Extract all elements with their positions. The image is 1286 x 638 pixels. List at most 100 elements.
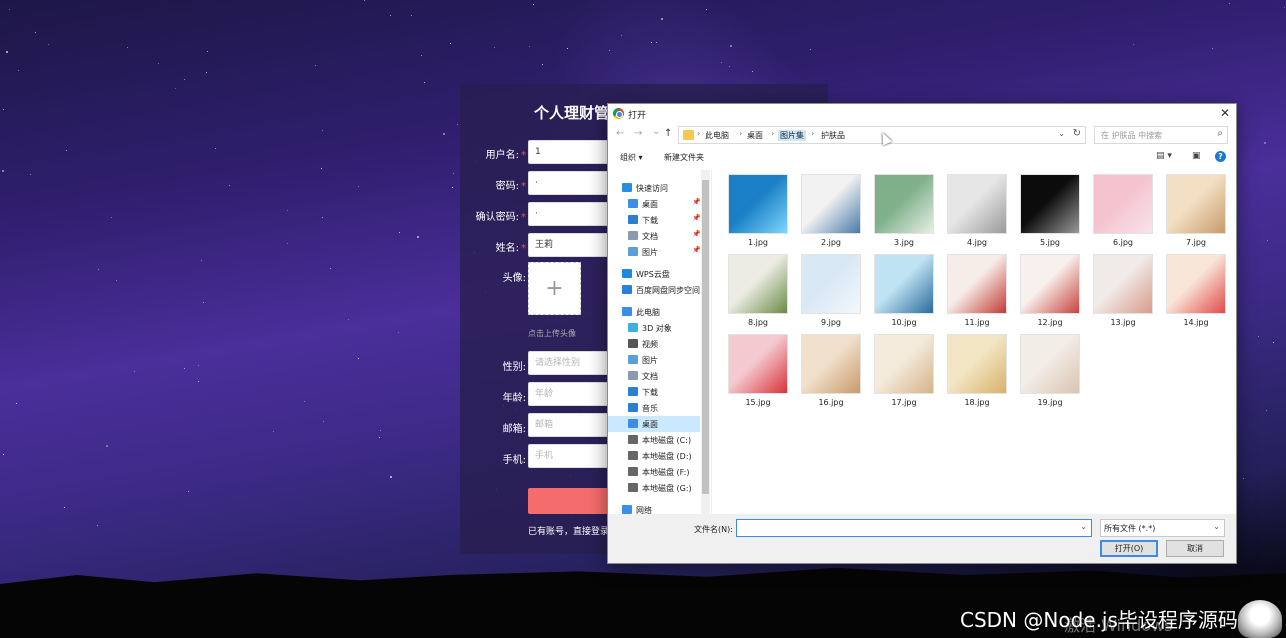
sidebar-item[interactable]: 图片 📌 (608, 244, 701, 260)
file-item[interactable]: 2.jpg (799, 174, 863, 252)
file-item[interactable]: 10.jpg (872, 254, 936, 332)
sidebar-item[interactable]: 文档 📌 (608, 228, 701, 244)
file-name: 7.jpg (1185, 238, 1206, 247)
back-icon[interactable]: ← (616, 128, 624, 139)
desktop-icon (628, 419, 638, 428)
address-dropdown-icon[interactable]: ⌄ (1058, 129, 1065, 138)
scrollbar-thumb[interactable] (702, 180, 709, 494)
dialog-title: 打开 (628, 111, 647, 121)
star (1264, 142, 1266, 144)
filename-dropdown-icon[interactable]: ⌄ (1080, 522, 1087, 531)
file-item[interactable]: 5.jpg (1018, 174, 1082, 252)
avatar-upload[interactable]: + (528, 262, 581, 315)
file-item[interactable]: 19.jpg (1018, 334, 1082, 412)
view-options-icon[interactable]: ▤ ▾ (1156, 151, 1172, 161)
file-name: 13.jpg (1110, 318, 1136, 327)
breadcrumb-desktop[interactable]: 桌面 (747, 130, 763, 141)
cancel-button[interactable]: 取消 (1166, 540, 1224, 557)
pin-icon[interactable]: 📌 (692, 230, 701, 238)
file-item[interactable]: 6.jpg (1091, 174, 1155, 252)
file-item[interactable]: 15.jpg (726, 334, 790, 412)
file-item[interactable]: 16.jpg (799, 334, 863, 412)
pin-icon[interactable]: 📌 (692, 214, 701, 222)
pin-icon[interactable]: 📌 (692, 198, 701, 206)
sidebar-item[interactable]: 桌面 📌 (608, 196, 701, 212)
star (621, 35, 622, 36)
sidebar-item[interactable]: 百度网盘同步空间 (608, 282, 700, 298)
file-item[interactable]: 7.jpg (1164, 174, 1228, 252)
file-item[interactable]: 11.jpg (945, 254, 1009, 332)
pin-icon[interactable]: 📌 (692, 246, 701, 254)
file-thumbnail (874, 174, 934, 234)
file-item[interactable]: 3.jpg (872, 174, 936, 252)
sidebar-item[interactable]: 本地磁盘 (C:) (608, 432, 700, 448)
file-item[interactable]: 12.jpg (1018, 254, 1082, 332)
sidebar-item[interactable]: 3D 对象 (608, 320, 700, 336)
sidebar-item[interactable]: 此电脑 (608, 304, 700, 320)
file-name: 1.jpg (747, 238, 768, 247)
file-name: 16.jpg (818, 398, 844, 407)
file-item[interactable]: 14.jpg (1164, 254, 1228, 332)
file-item[interactable]: 18.jpg (945, 334, 1009, 412)
star (656, 42, 657, 43)
filename-input[interactable]: ⌄ (736, 519, 1092, 537)
sidebar-item[interactable]: 桌面 (608, 416, 700, 432)
file-item[interactable]: 17.jpg (872, 334, 936, 412)
refresh-icon[interactable]: ↻ (1073, 128, 1081, 139)
file-item[interactable]: 13.jpg (1091, 254, 1155, 332)
new-folder-button[interactable]: 新建文件夹 (664, 152, 704, 163)
sidebar-item[interactable]: 网络 (608, 502, 700, 514)
file-item[interactable]: 9.jpg (799, 254, 863, 332)
preview-pane-icon[interactable]: ▣ (1192, 151, 1201, 161)
close-icon[interactable]: ✕ (1220, 106, 1230, 120)
sidebar-item[interactable]: 下载 📌 (608, 212, 701, 228)
login-link[interactable]: 已有账号，直接登录 (528, 524, 609, 537)
username-label: 用户名: * (485, 150, 526, 161)
star (98, 269, 99, 270)
file-name: 6.jpg (1112, 238, 1133, 247)
file-name: 3.jpg (893, 238, 914, 247)
file-item[interactable]: 1.jpg (726, 174, 790, 252)
up-folder-icon[interactable]: ↑ (664, 128, 672, 139)
navigation-bar: ← → ⌄ ↑ › 此电脑 › 桌面 › 图片集 › 护肤品 ⌄ ↻ 在 护肤品… (608, 124, 1236, 146)
filetype-select[interactable]: 所有文件 (*.*) ⌄ (1100, 519, 1225, 537)
star (1266, 410, 1267, 411)
organize-menu[interactable]: 组织 ▾ (620, 152, 643, 163)
star (1273, 342, 1274, 343)
sidebar-item[interactable]: 本地磁盘 (G:) (608, 480, 700, 496)
recent-locations-icon[interactable]: ⌄ (652, 126, 660, 137)
breadcrumb-this-pc[interactable]: 此电脑 (705, 130, 729, 141)
star (417, 236, 419, 238)
sidebar-item[interactable]: 本地磁盘 (D:) (608, 448, 700, 464)
sidebar-item[interactable]: WPS云盘 (608, 266, 700, 282)
sidebar-item[interactable]: 音乐 (608, 400, 700, 416)
file-name: 4.jpg (966, 238, 987, 247)
file-name: 8.jpg (747, 318, 768, 327)
sidebar-item[interactable]: 视频 (608, 336, 700, 352)
star (48, 44, 49, 45)
sidebar-item[interactable]: 下载 (608, 384, 700, 400)
navigation-pane: 快速访问 桌面 📌 下载 📌 文档 📌 图片 📌 WPS云盘 百度网盘同步空间 此电脑 3D 对象 视频图… (608, 170, 712, 514)
sidebar-item[interactable]: 文档 (608, 368, 700, 384)
breadcrumb-skincare[interactable]: 护肤品 (821, 130, 845, 141)
file-item[interactable]: 4.jpg (945, 174, 1009, 252)
sidebar-item[interactable]: 图片 (608, 352, 700, 368)
help-icon[interactable]: ? (1215, 151, 1226, 162)
sidebar-item[interactable]: 本地磁盘 (F:) (608, 464, 700, 480)
document-icon (628, 231, 638, 240)
star (16, 403, 17, 404)
sidebar-scrollbar[interactable] (701, 170, 710, 514)
open-button[interactable]: 打开(O) (1100, 540, 1158, 557)
star (323, 421, 324, 422)
star (810, 49, 811, 50)
sidebar-item[interactable]: 快速访问 (608, 180, 700, 196)
file-thumbnail (1020, 334, 1080, 394)
forward-icon[interactable]: → (634, 128, 642, 139)
sidebar-item-label: 此电脑 (636, 308, 660, 317)
file-item[interactable]: 8.jpg (726, 254, 790, 332)
search-input[interactable]: 在 护肤品 中搜索 ⌕ (1094, 126, 1228, 144)
folder-icon (683, 130, 694, 140)
breadcrumb-gallery[interactable]: 图片集 (778, 130, 806, 141)
picture-icon (628, 355, 638, 364)
star (158, 63, 159, 64)
